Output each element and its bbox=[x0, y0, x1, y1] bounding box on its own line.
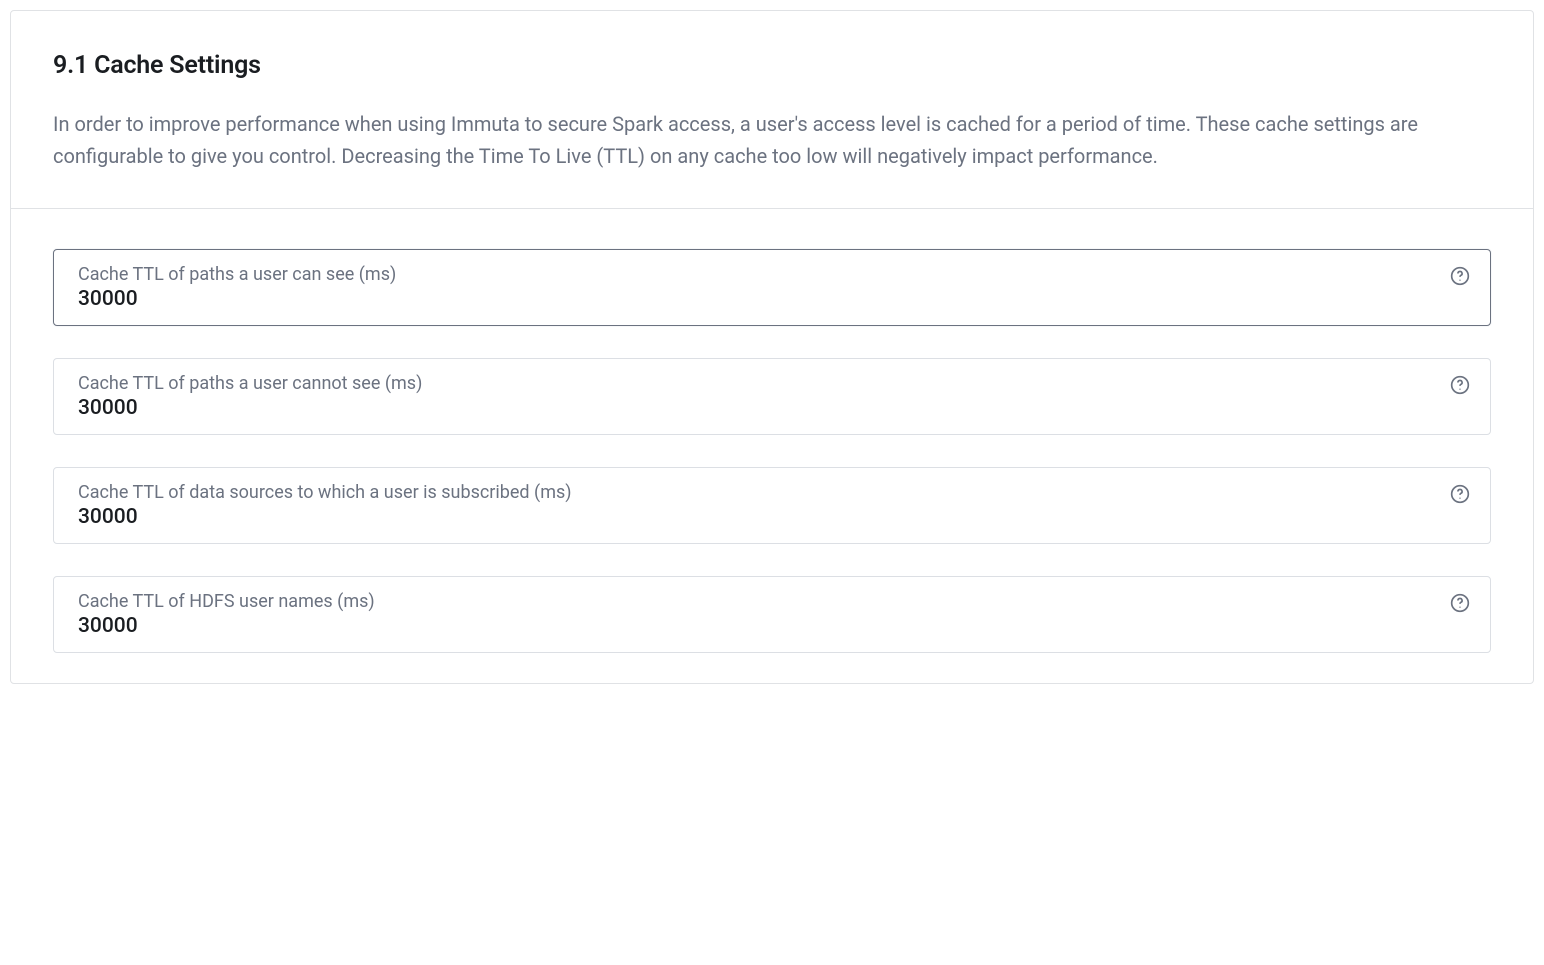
cache-ttl-paths-can-see-input[interactable] bbox=[78, 287, 1430, 311]
field-cache-ttl-paths-cannot-see[interactable]: Cache TTL of paths a user cannot see (ms… bbox=[53, 358, 1491, 435]
field-cache-ttl-hdfs-usernames[interactable]: Cache TTL of HDFS user names (ms) bbox=[53, 576, 1491, 653]
help-icon[interactable] bbox=[1450, 266, 1470, 286]
cache-ttl-data-sources-input[interactable] bbox=[78, 505, 1430, 529]
section-title: 9.1 Cache Settings bbox=[53, 51, 1491, 80]
panel-body: Cache TTL of paths a user can see (ms) C… bbox=[11, 209, 1533, 683]
help-icon[interactable] bbox=[1450, 484, 1470, 504]
cache-ttl-paths-cannot-see-input[interactable] bbox=[78, 396, 1430, 420]
help-icon[interactable] bbox=[1450, 593, 1470, 613]
field-cache-ttl-paths-can-see[interactable]: Cache TTL of paths a user can see (ms) bbox=[53, 249, 1491, 326]
field-label: Cache TTL of paths a user can see (ms) bbox=[78, 264, 1430, 285]
section-description: In order to improve performance when usi… bbox=[53, 108, 1491, 172]
field-label: Cache TTL of data sources to which a use… bbox=[78, 482, 1430, 503]
help-icon[interactable] bbox=[1450, 375, 1470, 395]
cache-settings-panel: 9.1 Cache Settings In order to improve p… bbox=[10, 10, 1534, 684]
panel-header: 9.1 Cache Settings In order to improve p… bbox=[11, 11, 1533, 209]
field-label: Cache TTL of HDFS user names (ms) bbox=[78, 591, 1430, 612]
field-label: Cache TTL of paths a user cannot see (ms… bbox=[78, 373, 1430, 394]
field-cache-ttl-data-sources[interactable]: Cache TTL of data sources to which a use… bbox=[53, 467, 1491, 544]
cache-ttl-hdfs-usernames-input[interactable] bbox=[78, 614, 1430, 638]
